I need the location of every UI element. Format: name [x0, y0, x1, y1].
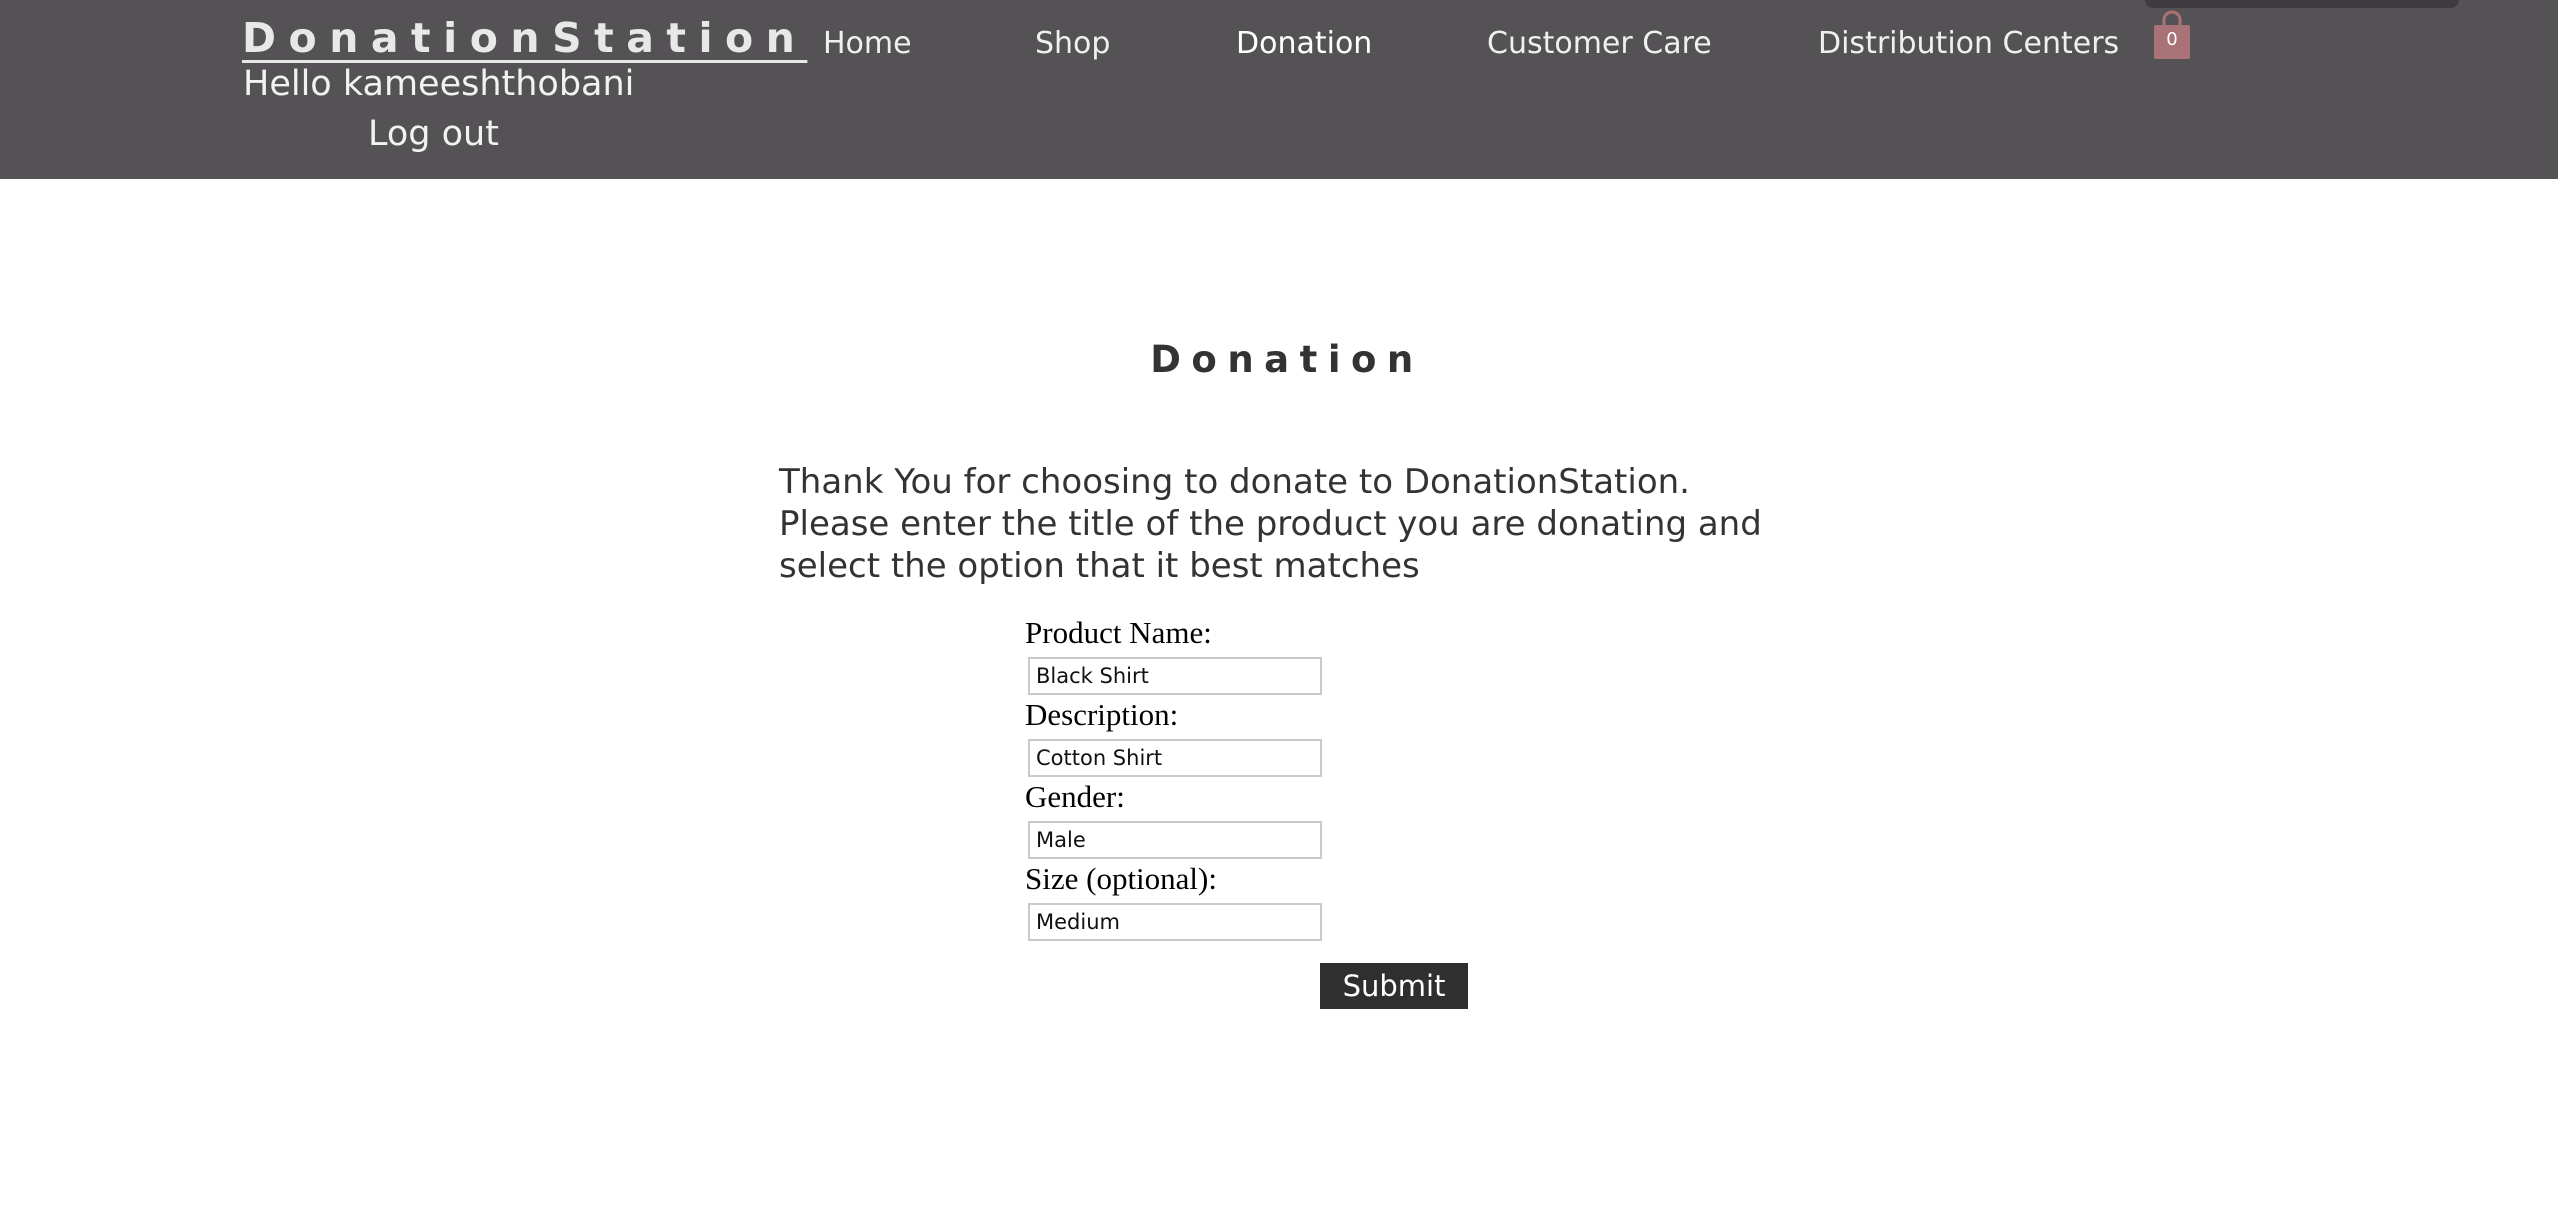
logout-link[interactable]: Log out [368, 114, 499, 154]
site-header: DonationStation Hello kameeshthobani Log… [0, 0, 2558, 179]
gender-input[interactable] [1028, 821, 1322, 859]
description-label: Description: [1025, 697, 1179, 732]
intro-text: Thank You for choosing to donate to Dona… [779, 462, 1762, 586]
site-logo-link[interactable]: DonationStation [242, 14, 807, 62]
nav-donation[interactable]: Donation [1236, 26, 1372, 61]
product-name-label: Product Name: [1025, 615, 1212, 650]
submit-button[interactable]: Submit [1320, 963, 1468, 1009]
nav-shop[interactable]: Shop [1035, 26, 1110, 61]
cart-count: 0 [2166, 29, 2178, 50]
page-title: Donation [1150, 338, 1424, 381]
header-overlay-strip [2145, 0, 2459, 8]
nav-distribution-centers[interactable]: Distribution Centers [1818, 26, 2119, 61]
nav-customer-care[interactable]: Customer Care [1487, 26, 1712, 61]
user-greeting: Hello kameeshthobani [243, 64, 635, 104]
size-input[interactable] [1028, 903, 1322, 941]
cart-button[interactable]: 0 [2151, 10, 2193, 62]
nav-home[interactable]: Home [823, 26, 912, 61]
size-label: Size (optional): [1025, 861, 1217, 896]
gender-label: Gender: [1025, 779, 1125, 814]
description-input[interactable] [1028, 739, 1322, 777]
product-name-input[interactable] [1028, 657, 1322, 695]
